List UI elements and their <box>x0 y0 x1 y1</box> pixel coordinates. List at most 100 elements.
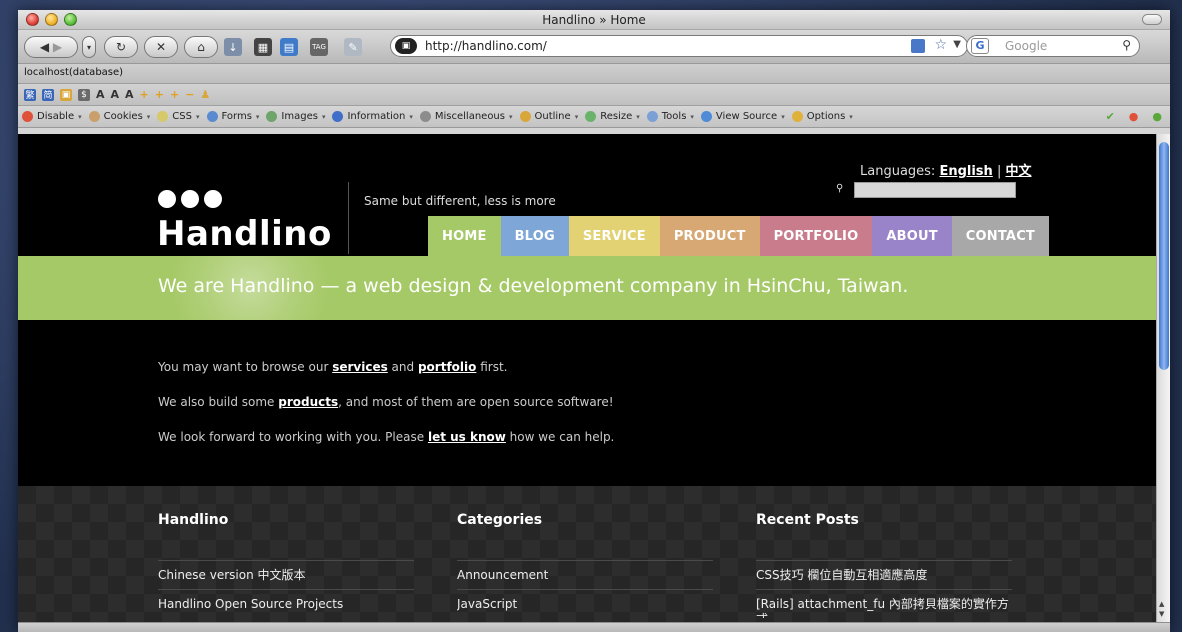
nav-tab-product[interactable]: PRODUCT <box>659 216 760 256</box>
hero-headline: We are Handlino — a web design & develop… <box>158 275 909 297</box>
rss-icon[interactable] <box>911 39 925 53</box>
reload-button[interactable]: ↻ <box>104 36 138 58</box>
history-dropdown-button[interactable]: ▾ <box>82 36 96 58</box>
bookmark-item[interactable]: localhost(database) <box>24 67 123 78</box>
tag-icon[interactable]: TAG <box>310 38 328 56</box>
home-icon: ⌂ <box>197 40 205 54</box>
intro-text-fragment: and <box>387 360 418 374</box>
footer-link[interactable]: Handlino Open Source Projects <box>158 589 414 618</box>
divider <box>348 182 349 254</box>
nav-tab-blog[interactable]: BLOG <box>500 216 569 256</box>
lang-chinese-link[interactable]: 中文 <box>1005 164 1031 179</box>
css-valid-icon[interactable]: ✔ <box>1106 110 1115 123</box>
screengrab-icon[interactable]: ▦ <box>254 38 272 56</box>
scrollbar-thumb[interactable] <box>1159 142 1169 370</box>
site-tagline: Same but different, less is more <box>364 194 556 208</box>
intro-line: We also build some products, and most of… <box>158 395 614 430</box>
webdev-menu-images[interactable]: Images ▾ <box>266 111 325 122</box>
search-placeholder[interactable]: Google <box>1005 39 1047 53</box>
webdev-menu-label: Images <box>281 111 318 122</box>
download-icon[interactable]: ↓ <box>224 38 242 56</box>
webdev-menu-label: Outline <box>534 111 571 122</box>
footer-link[interactable]: JavaScript <box>457 589 713 618</box>
font-size-icon[interactable]: A <box>96 88 105 101</box>
formatting-toolbar: 繁 简 ▣ $ A A A + + + − ♟ <box>18 84 1170 106</box>
webdev-menu-miscellaneous[interactable]: Miscellaneous ▾ <box>419 111 513 122</box>
html-valid-icon[interactable]: ● <box>1152 110 1162 123</box>
webdev-menu-forms[interactable]: Forms ▾ <box>206 111 259 122</box>
languages-label: Languages: <box>860 164 936 179</box>
toolbar-icon[interactable]: 简 <box>42 88 54 101</box>
remove-icon[interactable]: − <box>185 88 194 101</box>
webdev-menu-cookies[interactable]: Cookies ▾ <box>88 111 150 122</box>
site-footer: Handlino Chinese version 中文版本 Handlino O… <box>18 486 1156 622</box>
footer-heading: Categories <box>457 512 543 528</box>
footer-link[interactable]: Announcement <box>457 560 713 589</box>
site-logo[interactable]: Handlino <box>157 214 332 254</box>
search-bar[interactable]: G Google ⚲ <box>966 35 1140 57</box>
webdev-menu-view-source[interactable]: View Source ▾ <box>700 111 785 122</box>
back-forward-button[interactable]: ◀ ▶ <box>24 36 78 58</box>
lang-english-link[interactable]: English <box>939 164 992 179</box>
nav-tab-home[interactable]: HOME <box>428 216 501 256</box>
nav-tab-service[interactable]: SERVICE <box>568 216 660 256</box>
scroll-up-icon[interactable]: ▲ <box>1159 600 1164 608</box>
footer-link[interactable]: [Rails] attachment_fu 內部拷貝檔案的實作方式 <box>756 589 1012 618</box>
url-bar[interactable]: ▣ http://handlino.com/ ☆ ▼ <box>390 35 968 57</box>
url-dropdown-icon[interactable]: ▼ <box>953 39 961 50</box>
footer-link[interactable]: CSS技巧 欄位自動互相適應高度 <box>756 560 1012 589</box>
font-size-icon[interactable]: A <box>111 88 120 101</box>
addon-icon[interactable]: ✎ <box>344 38 362 56</box>
webdev-menu-css[interactable]: CSS ▾ <box>157 111 200 122</box>
cookies-icon <box>88 111 100 122</box>
site-identity-icon[interactable]: ▣ <box>395 38 417 54</box>
intro-text-fragment: We look forward to working with you. Ple… <box>158 430 428 444</box>
webdev-menu-tools[interactable]: Tools ▾ <box>646 111 694 122</box>
intro-text-fragment: first. <box>476 360 508 374</box>
search-icon[interactable]: ⚲ <box>1122 38 1131 52</box>
webdev-menu-outline[interactable]: Outline ▾ <box>519 111 578 122</box>
site-nav: HOME BLOG SERVICE PRODUCT PORTFOLIO ABOUT CONT… <box>428 216 1049 256</box>
font-size-icon[interactable]: A <box>125 88 134 101</box>
chevron-down-icon: ▾ <box>636 112 640 121</box>
contact-link[interactable]: let us know <box>428 430 506 444</box>
bookmark-star-icon[interactable]: ☆ <box>934 37 947 53</box>
vertical-scrollbar[interactable]: ▲ ▼ <box>1156 134 1170 622</box>
footer-link[interactable]: Chinese version 中文版本 <box>158 560 414 589</box>
forms-icon <box>206 111 218 122</box>
webdev-menu-disable[interactable]: Disable ▾ <box>22 111 82 122</box>
nav-tab-contact[interactable]: CONTACT <box>951 216 1049 256</box>
lang-separator: | <box>996 164 1002 179</box>
stop-button[interactable]: ✕ <box>144 36 178 58</box>
webdev-menu-label: Information <box>347 111 406 122</box>
scroll-down-icon[interactable]: ▼ <box>1159 610 1164 618</box>
nav-tab-about[interactable]: ABOUT <box>872 216 952 256</box>
products-link[interactable]: products <box>278 395 338 409</box>
webdev-menu-options[interactable]: Options ▾ <box>791 111 853 122</box>
site-search-input[interactable] <box>854 182 1016 198</box>
services-link[interactable]: services <box>332 360 388 374</box>
home-button[interactable]: ⌂ <box>184 36 218 58</box>
webdev-menu-information[interactable]: Information ▾ <box>332 111 413 122</box>
portfolio-link[interactable]: portfolio <box>418 360 476 374</box>
chevron-down-icon: ▾ <box>321 112 326 121</box>
error-icon[interactable]: ● <box>1129 110 1139 123</box>
add-icon[interactable]: + <box>170 88 179 101</box>
toolbar-icon[interactable]: 繁 <box>24 88 36 101</box>
webdev-menu-label: Options <box>806 111 846 122</box>
toolbar-icon[interactable]: ▣ <box>60 88 72 101</box>
logo-dots-icon <box>158 190 222 208</box>
site-header: Handlino Same but different, less is mor… <box>18 134 1156 256</box>
url-text[interactable]: http://handlino.com/ <box>425 39 547 53</box>
add-icon[interactable]: + <box>140 88 149 101</box>
page-icon[interactable]: ▤ <box>280 38 298 56</box>
search-engine-icon[interactable]: G <box>971 38 989 54</box>
nav-tab-portfolio[interactable]: PORTFOLIO <box>759 216 873 256</box>
add-icon[interactable]: + <box>155 88 164 101</box>
webdev-menu-resize[interactable]: Resize ▾ <box>585 111 640 122</box>
person-icon[interactable]: ♟ <box>200 88 210 101</box>
toolbar-toggle-button[interactable] <box>1142 14 1162 25</box>
hero-banner: We are Handlino — a web design & develop… <box>18 256 1156 320</box>
webdev-menu-label: View Source <box>715 111 778 122</box>
toolbar-icon[interactable]: $ <box>78 88 90 101</box>
